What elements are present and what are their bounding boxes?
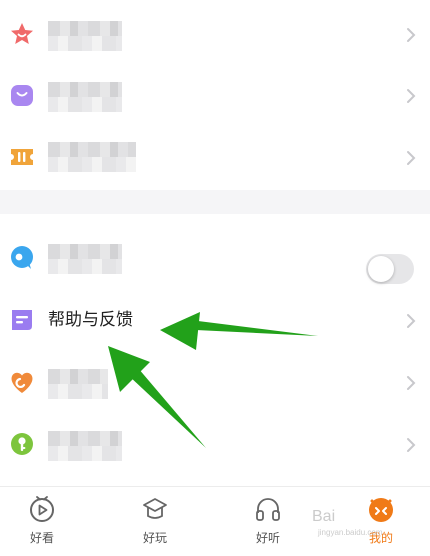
help-feedback-label: 帮助与反馈	[48, 310, 133, 330]
mascot-icon	[369, 498, 393, 522]
tab-label: 好看	[29, 531, 54, 545]
chevron-right-icon	[407, 314, 416, 328]
blurred-label	[48, 244, 122, 274]
watermark-url: jingyan.baidu.com	[318, 528, 383, 537]
tab-wode[interactable]: 我的	[340, 487, 420, 556]
chevron-right-icon	[407, 151, 416, 165]
setting-toggle[interactable]	[366, 254, 414, 284]
chevron-right-icon	[407, 376, 416, 390]
bag-icon	[11, 85, 33, 106]
tab-haokan[interactable]: 好看	[1, 487, 81, 556]
ticket-icon	[11, 149, 33, 165]
blurred-label	[48, 142, 136, 172]
blurred-label	[48, 431, 122, 461]
tab-haowan[interactable]: 好玩	[114, 487, 194, 556]
menu-row-toggle	[0, 226, 430, 288]
play-circle-icon	[30, 496, 54, 522]
feedback-icon	[12, 310, 32, 330]
chevron-right-icon	[407, 438, 416, 452]
tab-label: 好听	[255, 531, 280, 545]
watermark: Bai	[312, 508, 336, 525]
menu-row-6[interactable]	[0, 413, 430, 475]
menu-row-2[interactable]	[0, 64, 430, 126]
bottom-tab-bar: 好看 好玩 好听 我的	[0, 486, 430, 556]
chevron-right-icon	[407, 89, 416, 103]
cap-icon	[143, 498, 167, 519]
tab-haoting[interactable]: 好听	[227, 487, 307, 556]
key-icon	[11, 433, 33, 455]
chevron-right-icon	[407, 28, 416, 42]
heart-icon	[11, 372, 33, 393]
menu-group-top	[0, 0, 430, 190]
blurred-label	[48, 369, 108, 399]
toggle-knob	[368, 256, 394, 282]
star-icon	[11, 23, 33, 44]
blurred-label	[48, 21, 122, 51]
menu-row-5[interactable]	[0, 351, 430, 413]
menu-row-1[interactable]	[0, 3, 430, 65]
blurred-label	[48, 82, 122, 112]
menu-row-3[interactable]	[0, 126, 430, 188]
menu-row-help-feedback[interactable]: 帮助与反馈	[0, 289, 430, 351]
menu-group-bottom: 帮助与反馈	[0, 214, 430, 486]
chat-bubble-icon	[11, 246, 33, 269]
tab-label: 好玩	[142, 531, 167, 545]
profile-settings-screen: 帮助与反馈 好看 好玩 好听 我的 Bai jingyan.baidu.com	[0, 0, 430, 556]
headphones-icon	[256, 498, 280, 521]
